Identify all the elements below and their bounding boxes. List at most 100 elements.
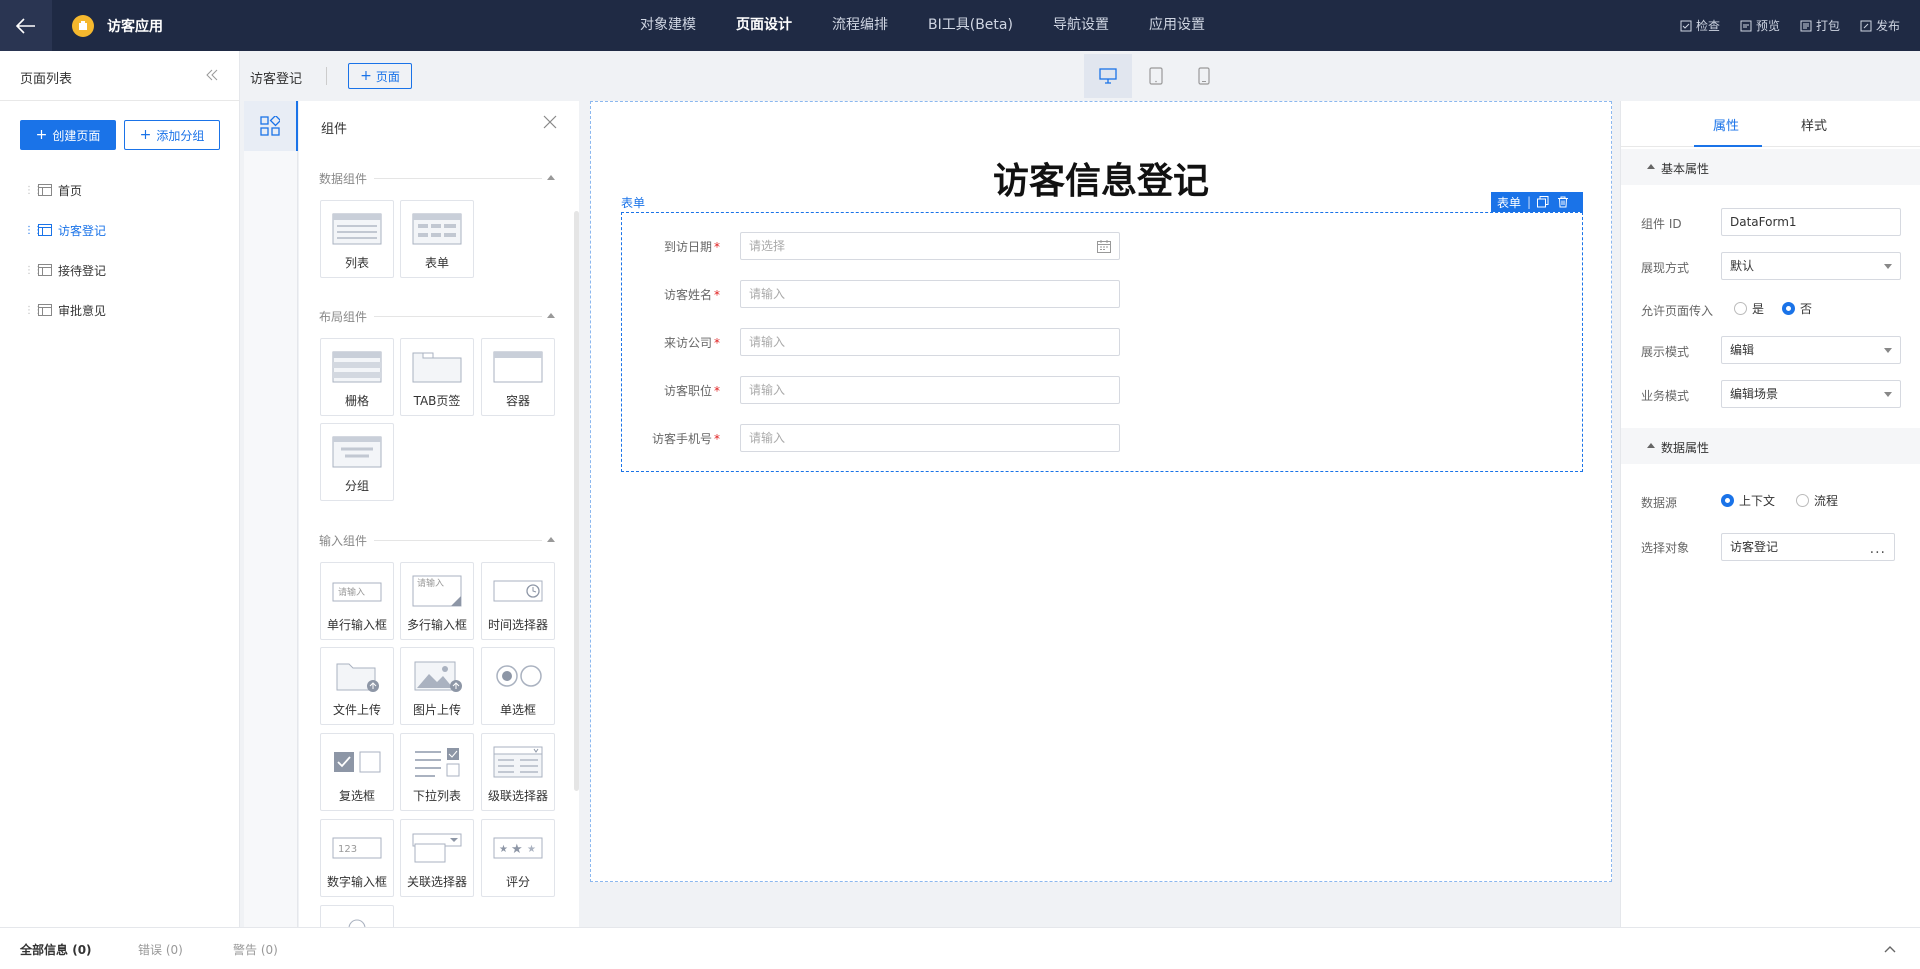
container-component-icon [493,351,543,383]
field-placeholder: 请输入 [749,287,786,301]
package-button[interactable]: 打包 [1800,17,1840,34]
page-item-reception[interactable]: ⋮⋮ 接待登记 [24,260,106,280]
back-button[interactable] [0,0,52,51]
component-id-input[interactable]: DataForm1 [1721,208,1901,236]
add-page-button[interactable]: + 页面 [348,63,412,89]
delete-icon[interactable] [1557,196,1569,208]
component-grid[interactable]: 栅格 [320,338,394,416]
select-object-input[interactable]: 访客登记 ··· [1721,533,1895,561]
component-form[interactable]: 表单 [400,200,474,278]
visitor-name-input[interactable]: 请输入 [740,280,1120,308]
design-canvas[interactable]: 访客信息登记 表单 表单 | 到访日期 * 请选择 访客姓名 * 请输入 来访公司 * [590,101,1612,882]
mobile-view-button[interactable] [1180,54,1228,98]
file-upload-icon [336,663,379,692]
allow-pass-no-radio[interactable]: 否 [1782,300,1812,317]
tablet-view-button[interactable] [1132,54,1180,98]
page-item-visitor-register[interactable]: ⋮⋮ 访客登记 [24,220,106,240]
drag-handle-icon[interactable]: ⋮⋮ [24,305,43,316]
drag-handle-icon[interactable]: ⋮⋮ [24,225,43,236]
nav-page-design[interactable]: 页面设计 [716,0,812,51]
collapse-panel-button[interactable] [205,68,219,85]
create-page-button[interactable]: + 创建页面 [20,120,116,150]
tab-warnings[interactable]: 警告 (0) [233,941,278,958]
field-label: 访客手机号 * [651,432,720,446]
basic-props-group[interactable]: 基本属性 [1621,149,1920,185]
group-component-icon [332,436,382,468]
copy-icon[interactable] [1537,196,1549,208]
collapse-section-icon[interactable] [547,175,555,180]
component-container[interactable]: 容器 [481,338,555,416]
preview-button[interactable]: 预览 [1740,17,1780,34]
multi-input-icon: 请输入 [412,575,462,607]
component-multi-input[interactable]: 请输入 多行输入框 [400,562,474,640]
collapse-section-icon[interactable] [547,313,555,318]
tab-styles[interactable]: 样式 [1801,115,1827,134]
add-group-button[interactable]: + 添加分组 [124,120,220,150]
tab-properties[interactable]: 属性 [1713,115,1739,134]
biz-mode-select[interactable]: 编辑场景 [1721,380,1901,408]
component-list[interactable]: 列表 [320,200,394,278]
desktop-view-button[interactable] [1084,54,1132,98]
radio-label: 是 [1752,302,1765,316]
component-rating[interactable]: ★ ★ ★ 评分 [481,819,555,897]
page-item-approval[interactable]: ⋮⋮ 审批意见 [24,300,106,320]
component-number-input[interactable]: 123 数字输入框 [320,819,394,897]
drag-handle-icon[interactable]: ⋮⋮ [24,185,43,196]
component-image-upload[interactable]: 图片上传 [400,647,474,725]
expand-messages-button[interactable] [1884,942,1896,956]
page-item-label: 首页 [58,183,83,198]
data-props-group[interactable]: 数据属性 [1621,428,1920,464]
component-relation-select[interactable]: 关联选择器 [400,819,474,897]
field-label: 访客职位 * [663,384,720,398]
data-form[interactable]: 到访日期 * 请选择 访客姓名 * 请输入 来访公司 * 请输入 访客职位 * 请输入 … [621,212,1583,472]
section-divider [374,316,542,317]
display-mode-select[interactable]: 默认 [1721,252,1901,280]
visit-date-picker[interactable]: 请选择 [740,232,1120,260]
company-input[interactable]: 请输入 [740,328,1120,356]
nav-navigation[interactable]: 导航设置 [1033,0,1129,51]
tab-errors[interactable]: 错误 (0) [138,941,183,958]
component-group[interactable]: 分组 [320,423,394,501]
field-placeholder: 请选择 [749,239,786,253]
page-heading[interactable]: 访客信息登记 [591,152,1611,204]
close-palette-button[interactable] [543,115,557,132]
more-icon[interactable]: ··· [1870,540,1886,566]
publish-button[interactable]: 发布 [1860,17,1900,34]
component-label: 列表 [344,256,369,270]
page-item-home[interactable]: ⋮⋮ 首页 [24,180,82,200]
chevron-up-icon [1884,946,1896,953]
component-file-upload[interactable]: 文件上传 [320,647,394,725]
check-button[interactable]: 检查 [1680,17,1720,34]
datasource-context-radio[interactable]: 上下文 [1721,492,1775,509]
component-single-input[interactable]: 请输入 单行输入框 [320,562,394,640]
nav-bi-tool[interactable]: BI工具(Beta) [908,0,1033,51]
nav-flow[interactable]: 流程编排 [812,0,908,51]
component-cascader[interactable]: 级联选择器 [481,733,555,811]
svg-text:★: ★ [527,844,536,855]
position-input[interactable]: 请输入 [740,376,1120,404]
component-more[interactable] [320,905,394,927]
component-time-picker[interactable]: 时间选择器 [481,562,555,640]
collapse-section-icon[interactable] [547,537,555,542]
page-icon [38,184,52,196]
component-checkbox[interactable]: 复选框 [320,733,394,811]
field-placeholder: 请输入 [749,431,786,445]
tab-all-messages[interactable]: 全部信息 (0) [20,941,92,958]
datasource-flow-radio[interactable]: 流程 [1796,492,1838,509]
drag-handle-icon[interactable]: ⋮⋮ [24,265,43,276]
radio-icon [496,665,542,687]
radio-label: 流程 [1814,494,1839,508]
show-mode-select[interactable]: 编辑 [1721,336,1901,364]
components-tab-button[interactable] [244,101,298,151]
nav-object-modeling[interactable]: 对象建模 [620,0,716,51]
component-tab[interactable]: TAB页签 [400,338,474,416]
nav-app-settings[interactable]: 应用设置 [1129,0,1225,51]
allow-pass-yes-radio[interactable]: 是 [1734,300,1764,317]
palette-scrollbar[interactable] [574,211,579,791]
component-dropdown[interactable]: 下拉列表 [400,733,474,811]
phone-input[interactable]: 请输入 [740,424,1120,452]
add-group-label: 添加分组 [156,128,205,143]
component-radio[interactable]: 单选框 [481,647,555,725]
radio-circle [1734,302,1747,315]
radio-circle-selected [1721,494,1734,507]
